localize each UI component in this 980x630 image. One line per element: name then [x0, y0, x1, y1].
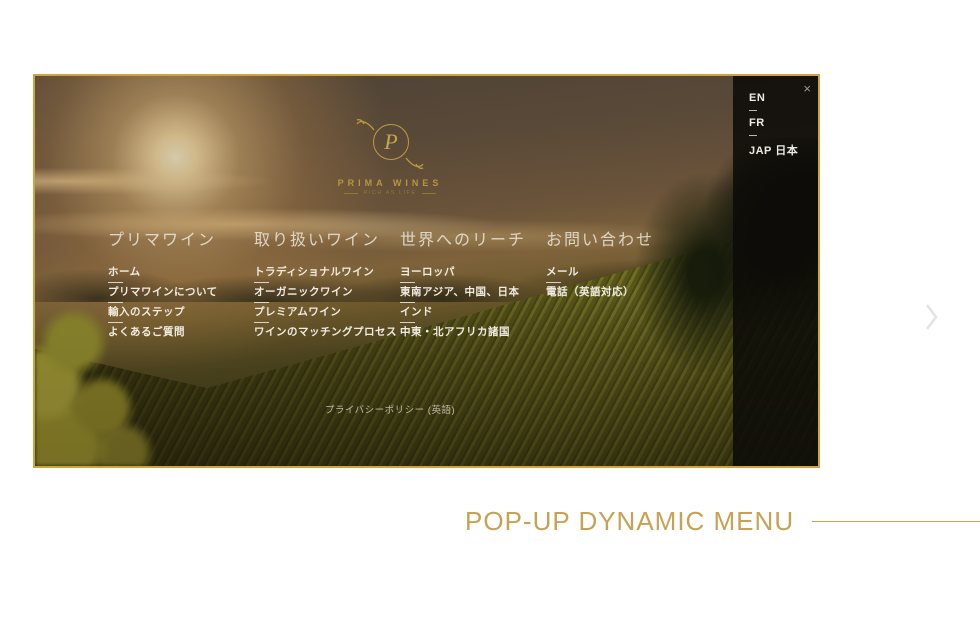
menu-column-1: 取り扱いワイントラディショナルワインオーガニックワインプレミアムワインワインのマ…: [254, 226, 400, 338]
menu-item-divider: [546, 282, 561, 283]
menu-item[interactable]: トラディショナルワイン: [254, 267, 400, 278]
menu-item[interactable]: メール: [546, 267, 692, 278]
menu-column-title: プリマワイン: [108, 226, 254, 250]
menu-item[interactable]: 中東・北アフリカ諸国: [400, 327, 546, 338]
menu-item[interactable]: プリマワインについて: [108, 287, 254, 298]
menu-item-divider: [400, 322, 415, 323]
menu-item-divider: [108, 302, 123, 303]
menu-item[interactable]: プレミアムワイン: [254, 307, 400, 318]
menu-item[interactable]: ワインのマッチングプロセス: [254, 327, 400, 338]
menu-item[interactable]: オーガニックワイン: [254, 287, 400, 298]
carousel-next-button[interactable]: [924, 303, 939, 331]
menu-item[interactable]: 輸入のステップ: [108, 307, 254, 318]
hero-screenshot: P PRIMA WINES RICH AS LIFE プリマワインホームプリマワ…: [33, 74, 820, 468]
brand-logo-mark: P: [360, 116, 420, 170]
brand-tagline-text: RICH AS LIFE: [363, 190, 416, 196]
language-panel: × ENFRJAP 日本: [733, 76, 818, 466]
language-option[interactable]: FR: [749, 117, 818, 129]
menu-item[interactable]: よくあるご質問: [108, 327, 254, 338]
chevron-right-icon: [924, 303, 939, 331]
menu-item[interactable]: ホーム: [108, 267, 254, 278]
language-option[interactable]: JAP 日本: [749, 142, 818, 158]
brand-logo: P PRIMA WINES RICH AS LIFE: [35, 116, 745, 196]
brand-tagline: RICH AS LIFE: [35, 190, 745, 196]
menu-column-title: 取り扱いワイン: [254, 226, 400, 250]
menu-item-divider: [254, 282, 269, 283]
menu-item-divider: [400, 302, 415, 303]
menu-column-3: お問い合わせメール電話（英語対応）: [546, 226, 692, 338]
privacy-policy-link[interactable]: プライバシーポリシー (英語): [35, 402, 745, 416]
menu-item[interactable]: ヨーロッパ: [400, 267, 546, 278]
menu-item-divider: [108, 282, 123, 283]
tagline-dash: [344, 193, 358, 194]
menu-column-title: お問い合わせ: [546, 226, 692, 250]
menu-column-title: 世界へのリーチ: [400, 226, 546, 250]
caption-text: POP-UP DYNAMIC MENU: [465, 506, 794, 537]
logo-monogram: P: [384, 131, 397, 153]
brand-name: PRIMA WINES: [35, 178, 745, 188]
menu-item[interactable]: 東南アジア、中国、日本: [400, 287, 546, 298]
menu-item[interactable]: インド: [400, 307, 546, 318]
menu-column-2: 世界へのリーチヨーロッパ東南アジア、中国、日本インド中東・北アフリカ諸国: [400, 226, 546, 338]
menu-item-divider: [400, 282, 415, 283]
language-divider: [749, 135, 757, 136]
mega-menu: プリマワインホームプリマワインについて輸入のステップよくあるご質問取り扱いワイン…: [108, 226, 692, 338]
vine-flourish-icon: [356, 118, 376, 132]
menu-item-divider: [254, 302, 269, 303]
menu-item[interactable]: 電話（英語対応）: [546, 287, 692, 298]
tagline-dash: [422, 193, 436, 194]
caption: POP-UP DYNAMIC MENU: [465, 506, 980, 537]
language-divider: [749, 110, 757, 111]
vine-flourish-icon: [404, 156, 424, 170]
menu-item-divider: [254, 322, 269, 323]
menu-column-0: プリマワインホームプリマワインについて輸入のステップよくあるご質問: [108, 226, 254, 338]
close-icon[interactable]: ×: [803, 82, 811, 95]
menu-item-divider: [108, 322, 123, 323]
caption-line: [812, 521, 980, 522]
logo-circle: P: [373, 124, 409, 160]
